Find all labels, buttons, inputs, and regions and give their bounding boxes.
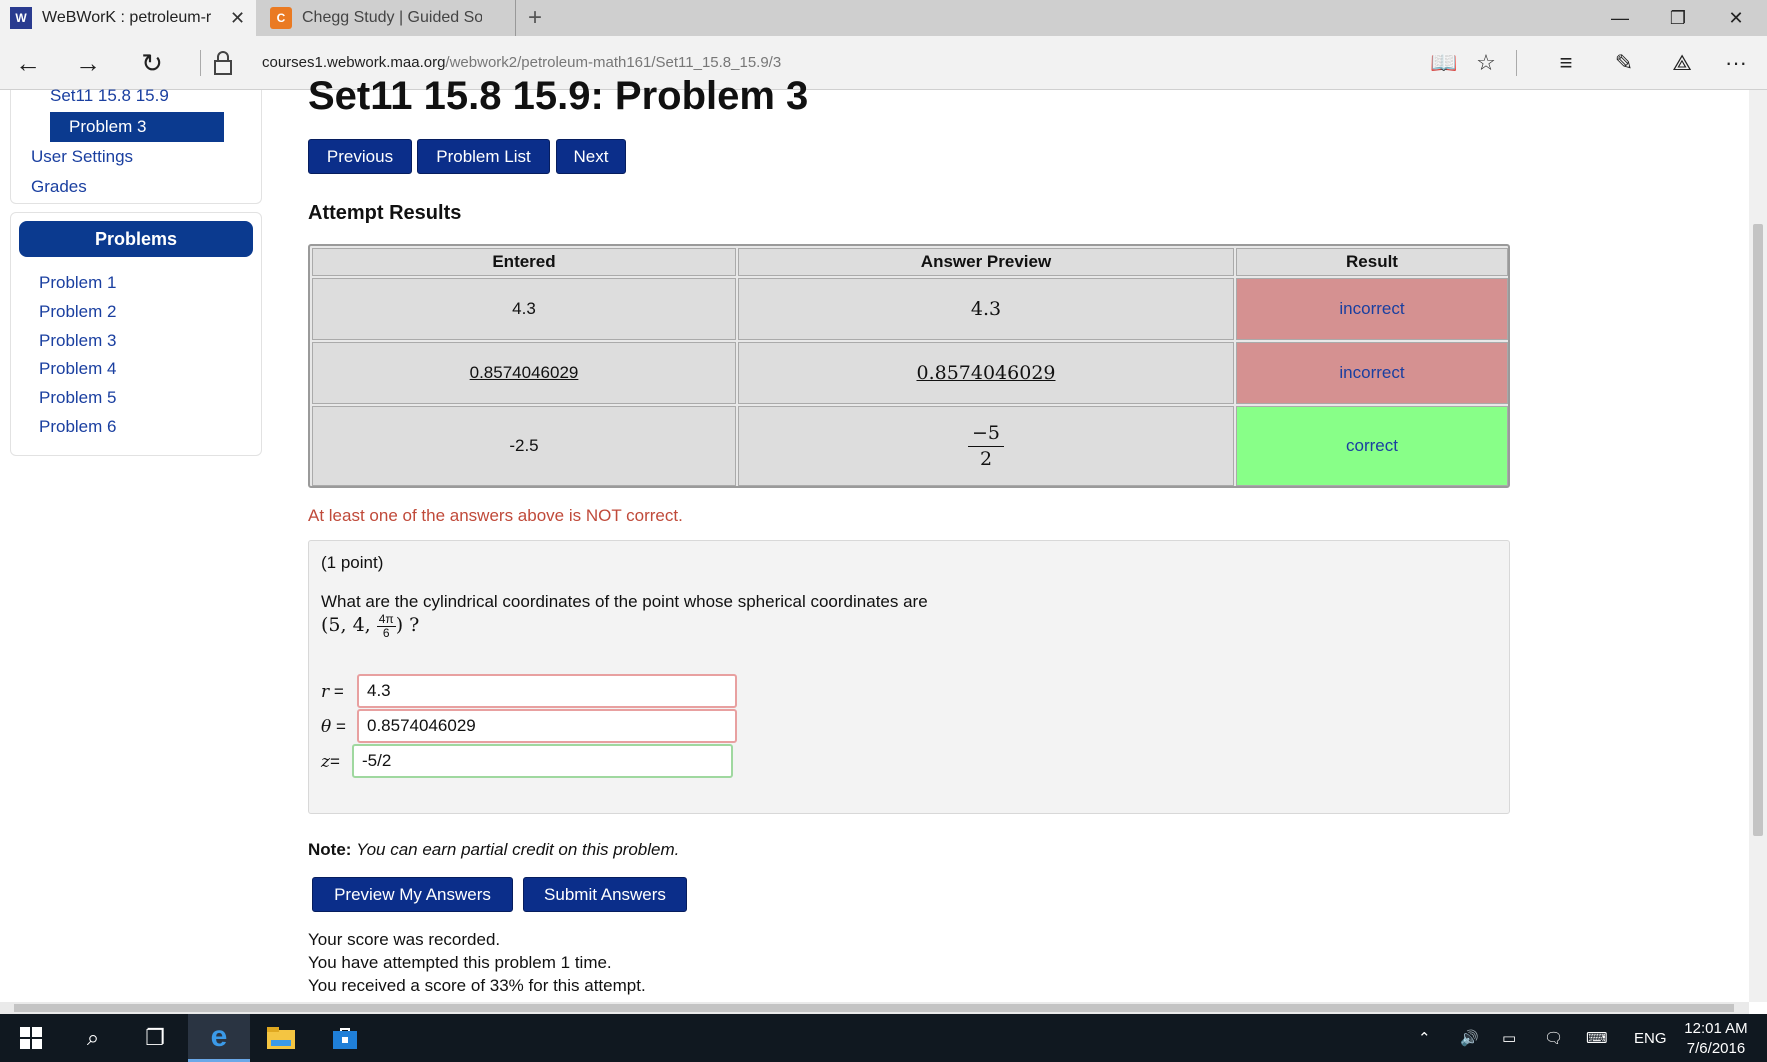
- header-answer-preview: Answer Preview: [738, 248, 1234, 276]
- new-tab-icon[interactable]: +: [528, 4, 542, 32]
- volume-icon[interactable]: 🔊: [1460, 1014, 1479, 1062]
- web-note-icon[interactable]: ✎: [1606, 48, 1642, 78]
- score-line: You have attempted this problem 1 time.: [308, 953, 612, 972]
- score-line: You received a score of 33% for this att…: [308, 976, 646, 995]
- search-icon[interactable]: ⌕: [62, 1014, 124, 1062]
- tab-chegg[interactable]: C Chegg Study | Guided Solut: [260, 0, 516, 36]
- page-title: Set11 15.8 15.9: Problem 3: [308, 74, 809, 118]
- score-line: Your score was recorded.: [308, 930, 501, 949]
- restore-icon[interactable]: ❐: [1648, 0, 1708, 36]
- sidebar-problem-3[interactable]: Problem 3: [39, 331, 116, 351]
- sidebar-problem-6[interactable]: Problem 6: [39, 417, 116, 437]
- back-icon[interactable]: ←: [8, 46, 48, 80]
- sidebar-problem-4[interactable]: Problem 4: [39, 359, 116, 379]
- file-explorer-icon[interactable]: [250, 1014, 312, 1062]
- sidebar-problem-2[interactable]: Problem 2: [39, 302, 116, 322]
- result-incorrect: incorrect: [1236, 278, 1508, 340]
- sidebar-problem-1[interactable]: Problem 1: [39, 273, 116, 293]
- sidebar-grades[interactable]: Grades: [31, 177, 87, 197]
- notifications-icon[interactable]: 🗨: [1544, 1014, 1563, 1062]
- problem-list-button[interactable]: Problem List: [417, 139, 550, 174]
- z-input[interactable]: [352, 744, 733, 778]
- sidebar: Set11 15.8 15.9 Problem 3 User Settings …: [10, 86, 262, 456]
- previous-button[interactable]: Previous: [308, 139, 412, 174]
- reading-view-icon[interactable]: 📖: [1426, 48, 1462, 78]
- spherical-coordinates: (5, 4, 4π 6) ?: [321, 612, 420, 641]
- webwork-icon: W: [10, 7, 32, 29]
- tab-bar: W WeBWorK : petroleum-r ✕ C Chegg Study …: [0, 0, 1767, 36]
- address-bar: ← → ↻ courses1.webwork.maa.org/webwork2/…: [0, 36, 1767, 90]
- r-input[interactable]: [357, 674, 737, 708]
- header-entered: Entered: [312, 248, 736, 276]
- header-result: Result: [1236, 248, 1508, 276]
- refresh-icon[interactable]: ↻: [132, 46, 172, 80]
- entered-cell: 4.3: [312, 278, 736, 340]
- submit-answers-button[interactable]: Submit Answers: [523, 877, 687, 912]
- result-incorrect: incorrect: [1236, 342, 1508, 404]
- sidebar-nav: Set11 15.8 15.9 Problem 3 User Settings …: [10, 86, 262, 204]
- sidebar-current-problem[interactable]: Problem 3: [50, 112, 224, 142]
- close-window-icon[interactable]: ✕: [1706, 0, 1766, 36]
- more-icon[interactable]: ···: [1718, 48, 1754, 78]
- horizontal-scrollbar[interactable]: [0, 1002, 1749, 1014]
- keyboard-icon[interactable]: ⌨: [1586, 1014, 1608, 1062]
- theta-label: θ =: [321, 717, 346, 737]
- tab-webwork[interactable]: W WeBWorK : petroleum-r ✕: [0, 0, 256, 36]
- preview-answers-button[interactable]: Preview My Answers: [312, 877, 513, 912]
- sidebar-problem-5[interactable]: Problem 5: [39, 388, 116, 408]
- theta-input[interactable]: [357, 709, 737, 743]
- clock[interactable]: 12:01 AM 7/6/2016: [1668, 1019, 1764, 1059]
- z-label: z=: [321, 752, 340, 772]
- partial-credit-note: Note: You can earn partial credit on thi…: [308, 840, 680, 859]
- battery-icon[interactable]: ▭: [1502, 1014, 1516, 1062]
- vertical-scrollbar[interactable]: [1749, 90, 1767, 1002]
- problem-question: What are the cylindrical coordinates of …: [321, 592, 928, 611]
- entered-cell: 0.8574046029: [312, 342, 736, 404]
- not-correct-message: At least one of the answers above is NOT…: [308, 506, 683, 525]
- next-button[interactable]: Next: [556, 139, 626, 174]
- attempt-results-heading: Attempt Results: [308, 202, 462, 224]
- edge-browser-icon[interactable]: e: [188, 1014, 250, 1062]
- lock-icon: [214, 51, 232, 75]
- fraction-preview: −5 2: [967, 422, 1004, 470]
- taskbar: ⌕ ❐ e ⌃ 🔊 ▭ 🗨 ⌨ ENG 12:01 AM 7/6/2016: [0, 1014, 1767, 1062]
- close-icon[interactable]: ✕: [230, 8, 245, 29]
- task-view-icon[interactable]: ❐: [124, 1014, 186, 1062]
- preview-cell: 4.3: [738, 278, 1234, 340]
- tab-title: Chegg Study | Guided Solut: [302, 9, 482, 26]
- preview-cell: −5 2: [738, 406, 1234, 486]
- preview-cell: 0.8574046029: [738, 342, 1234, 404]
- scroll-thumb[interactable]: [1753, 224, 1763, 836]
- problems-panel: Problems Problem 1 Problem 2 Problem 3 P…: [10, 212, 262, 456]
- language-indicator[interactable]: ENG: [1634, 1014, 1667, 1062]
- share-icon[interactable]: ⟁: [1664, 48, 1700, 78]
- problem-box: (1 point) What are the cylindrical coord…: [308, 540, 1510, 814]
- tab-title: WeBWorK : petroleum-r: [42, 9, 212, 26]
- sidebar-set-link[interactable]: Set11 15.8 15.9: [50, 86, 169, 106]
- scroll-thumb[interactable]: [14, 1004, 1734, 1012]
- results-table: Entered Answer Preview Result 4.3 4.3 in…: [308, 244, 1510, 488]
- minimize-icon[interactable]: —: [1590, 0, 1650, 36]
- url-field[interactable]: courses1.webwork.maa.org/webwork2/petrol…: [262, 54, 781, 71]
- store-icon[interactable]: [314, 1014, 376, 1062]
- sidebar-user-settings[interactable]: User Settings: [31, 147, 133, 167]
- result-correct: correct: [1236, 406, 1508, 486]
- tray-chevron-icon[interactable]: ⌃: [1418, 1014, 1431, 1062]
- entered-cell: -2.5: [312, 406, 736, 486]
- hub-icon[interactable]: ≡: [1548, 48, 1584, 78]
- forward-icon[interactable]: →: [68, 46, 108, 80]
- r-label: r =: [321, 682, 344, 702]
- problems-header: Problems: [19, 221, 253, 257]
- windows-start-icon[interactable]: [0, 1014, 62, 1062]
- problem-points: (1 point): [321, 553, 384, 572]
- chegg-icon: C: [270, 7, 292, 29]
- favorite-star-icon[interactable]: ☆: [1468, 48, 1504, 78]
